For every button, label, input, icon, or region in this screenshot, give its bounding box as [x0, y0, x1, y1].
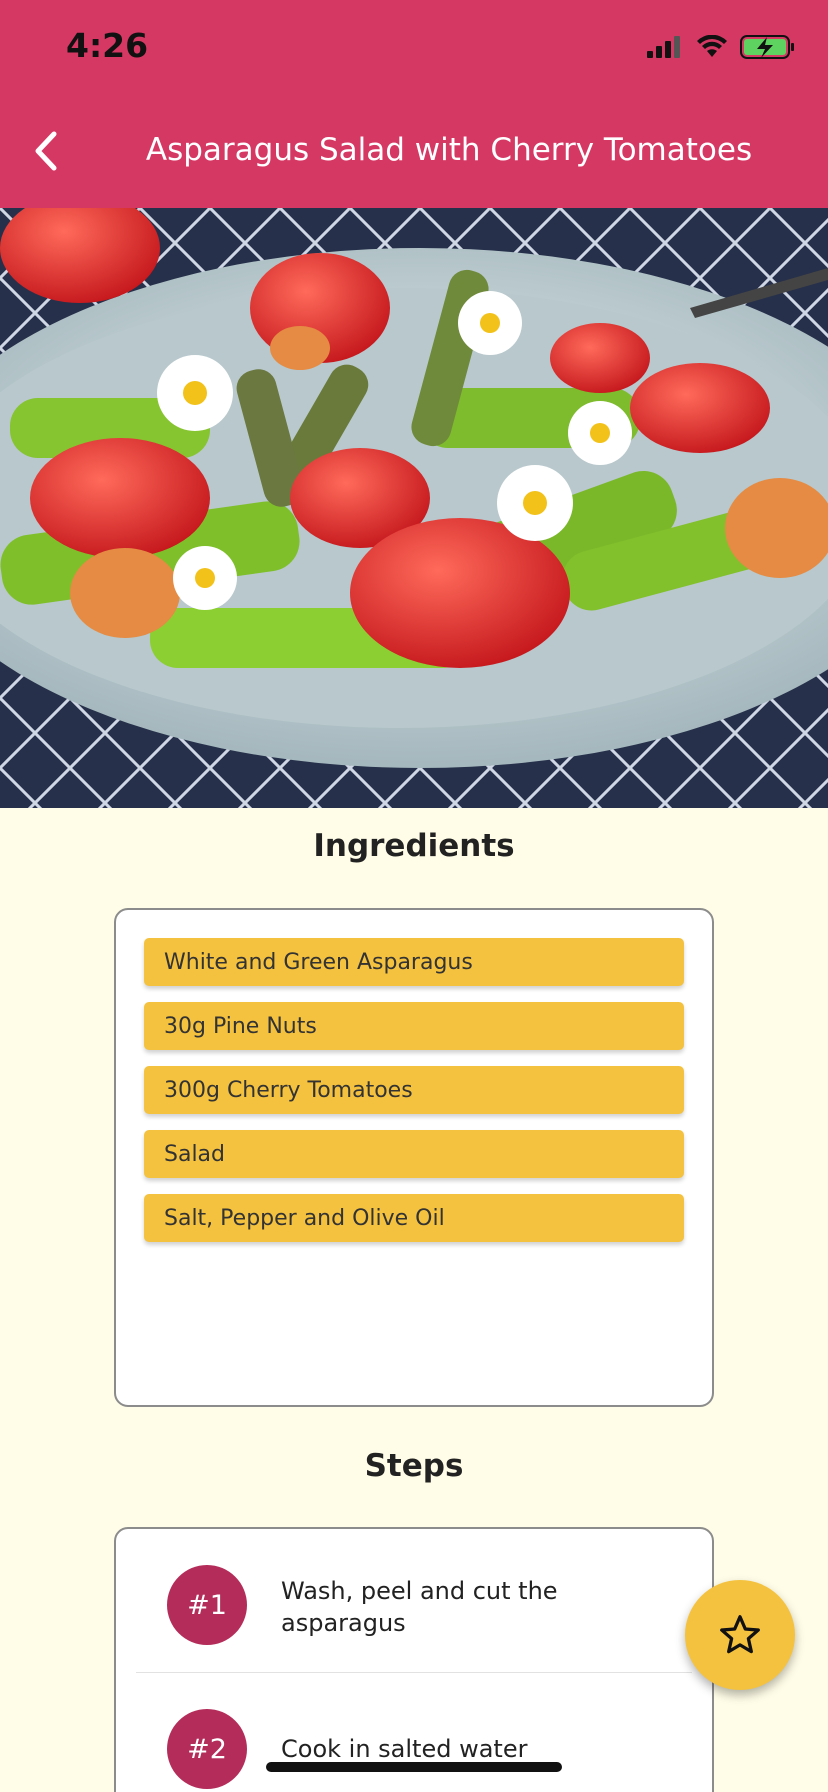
ingredient-item: 300g Cherry Tomatoes: [144, 1066, 684, 1114]
status-icons: [646, 34, 796, 60]
step-row: #1 Wash, peel and cut the asparagus: [136, 1529, 692, 1673]
recipe-image: [0, 208, 828, 808]
status-time: 4:26: [66, 26, 149, 65]
back-button[interactable]: [26, 126, 66, 176]
ingredients-card: White and Green Asparagus 30g Pine Nuts …: [114, 908, 714, 1407]
ingredients-heading: Ingredients: [313, 828, 515, 864]
app-bar: 4:26 Asparagus Salad with Cherry Tomatoe…: [0, 0, 828, 208]
chevron-left-icon: [35, 131, 57, 171]
ingredient-item: Salt, Pepper and Olive Oil: [144, 1194, 684, 1242]
signal-icon: [647, 36, 680, 58]
page-title: Asparagus Salad with Cherry Tomatoes: [145, 132, 753, 168]
step-text: Wash, peel and cut the asparagus: [281, 1577, 558, 1637]
step-text: Cook in salted water: [281, 1735, 528, 1763]
salad-photo: [0, 208, 828, 808]
ingredient-item: Salad: [144, 1130, 684, 1178]
step-number-badge: #1: [167, 1565, 247, 1645]
steps-heading: Steps: [364, 1448, 464, 1484]
wifi-icon: [697, 35, 727, 57]
favorite-button[interactable]: [685, 1580, 795, 1690]
steps-card: #1 Wash, peel and cut the asparagus #2 C…: [114, 1527, 714, 1792]
battery-charging-icon: [740, 35, 794, 59]
step-number-badge: #2: [167, 1709, 247, 1789]
home-indicator: [266, 1762, 562, 1772]
star-outline-icon: [720, 1615, 760, 1654]
step-row: #2 Cook in salted water: [116, 1673, 712, 1792]
ingredient-item: White and Green Asparagus: [144, 938, 684, 986]
ingredient-item: 30g Pine Nuts: [144, 1002, 684, 1050]
